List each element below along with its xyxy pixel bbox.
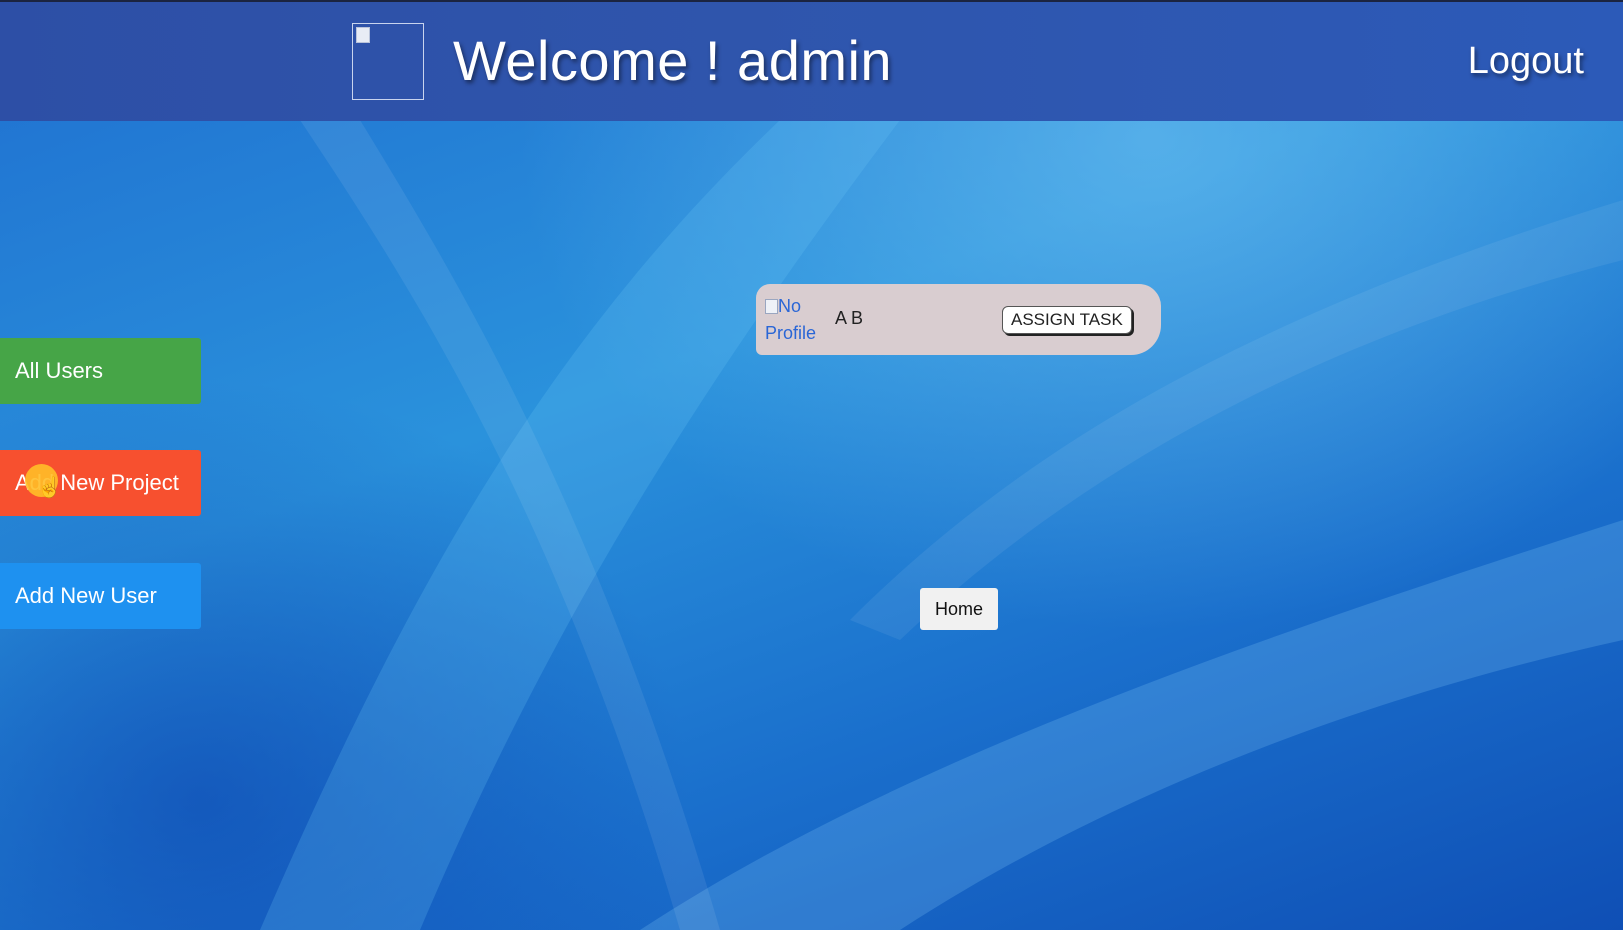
all-users-button[interactable]: All Users: [0, 338, 201, 404]
broken-image-icon: [765, 299, 778, 314]
add-new-user-button[interactable]: Add New User: [0, 563, 201, 629]
top-navbar: Welcome ! admin Logout: [0, 0, 1623, 121]
dashboard-page: Welcome ! admin Logout All Users Add New…: [0, 0, 1623, 930]
profile-image: No Profile: [765, 293, 825, 347]
assign-task-button[interactable]: ASSIGN TASK: [1002, 306, 1132, 334]
welcome-heading: Welcome ! admin: [453, 29, 893, 92]
logo-image: [352, 23, 424, 100]
home-button[interactable]: Home: [920, 588, 998, 630]
broken-image-icon: [356, 27, 370, 43]
logout-link[interactable]: Logout: [1468, 40, 1584, 83]
user-name: A B: [835, 308, 864, 328]
background-swoosh: [260, 120, 1623, 930]
hand-cursor-icon: ☝: [37, 477, 62, 499]
user-card: No Profile A B ASSIGN TASK: [756, 284, 1161, 355]
